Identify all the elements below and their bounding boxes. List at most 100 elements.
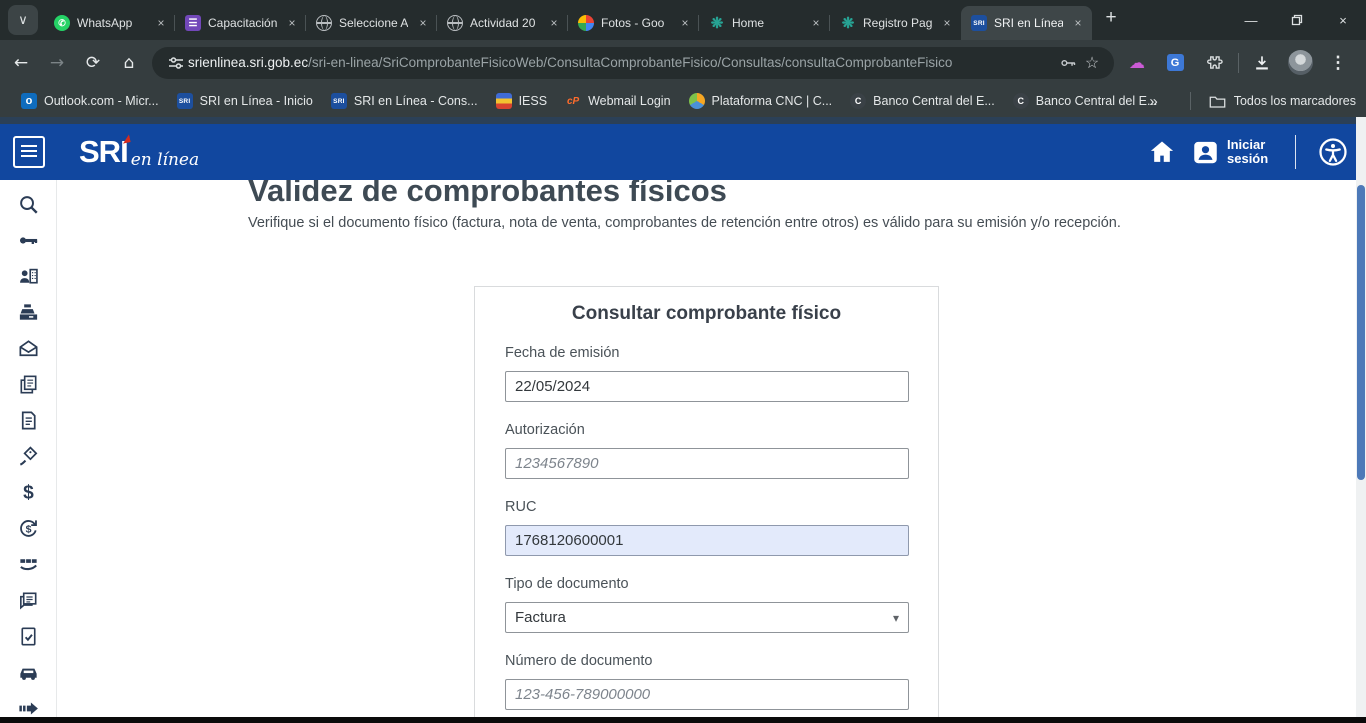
back-icon[interactable]: ← (6, 48, 36, 78)
mail-icon[interactable] (16, 336, 40, 360)
tune-icon[interactable] (164, 51, 188, 75)
main-content: Validez de comprobantes físicos Verifiqu… (57, 180, 1356, 717)
tab-title: Home (732, 16, 801, 30)
sri-logo[interactable]: SRI en línea (79, 134, 199, 170)
close-icon[interactable]: × (284, 15, 300, 31)
ruc-input[interactable] (505, 525, 909, 556)
hamburger-menu-icon[interactable] (13, 136, 45, 168)
new-tab-button[interactable] (1098, 5, 1124, 31)
tab-sri-en-linea-active[interactable]: SRI en Línea × (961, 6, 1092, 40)
address-bar[interactable]: srienlinea.sri.gob.ec /sri-en-linea/SriC… (152, 47, 1114, 79)
dark-globe-icon (850, 93, 866, 109)
profile-avatar[interactable] (1285, 48, 1315, 78)
close-icon[interactable]: × (808, 15, 824, 31)
close-icon[interactable]: × (546, 15, 562, 31)
bookmark-label: SRI en Línea - Cons... (354, 94, 478, 108)
tab-title: Registro Pag (863, 16, 932, 30)
home-icon[interactable]: ⌂ (114, 48, 144, 78)
header-divider (1295, 135, 1296, 169)
url-path: /sri-en-linea/SriComprobanteFisicoWeb/Co… (308, 55, 1056, 70)
selected-option: Factura (515, 609, 566, 626)
header-right-group: Iniciar sesión (1148, 124, 1348, 180)
close-icon[interactable]: × (677, 15, 693, 31)
svg-text:$: $ (25, 523, 31, 535)
bookmark-cnc[interactable]: Plataforma CNC | C... (680, 89, 842, 113)
bookmark-label: Outlook.com - Micr... (44, 94, 159, 108)
reload-icon[interactable]: ⟳ (78, 48, 108, 78)
bookmark-sri-inicio[interactable]: SRI en Línea - Inicio (168, 89, 322, 113)
tab-registro[interactable]: Registro Pag × (830, 6, 961, 40)
browser-menu-icon[interactable] (1323, 48, 1353, 78)
ruc-label: RUC (505, 499, 908, 515)
teal-gear-icon (709, 15, 725, 31)
close-icon[interactable]: × (1070, 15, 1086, 31)
tab-title: WhatsApp (77, 16, 146, 30)
google-photos-icon (578, 15, 594, 31)
bookmark-banco-central-1[interactable]: Banco Central del E... (841, 89, 1004, 113)
accessibility-icon[interactable] (1318, 137, 1348, 167)
login-person-icon (1192, 139, 1219, 166)
tab-home[interactable]: Home × (699, 6, 830, 40)
taxpayer-registry-icon[interactable] (16, 264, 40, 288)
restore-button[interactable] (1274, 0, 1320, 40)
dark-globe-icon (1013, 93, 1029, 109)
close-window-button[interactable]: × (1320, 0, 1366, 40)
tab-whatsapp[interactable]: WhatsApp × (44, 6, 175, 40)
iess-icon (496, 93, 512, 109)
page-scrollbar-thumb[interactable] (1357, 185, 1365, 480)
fecha-emision-input[interactable] (505, 371, 909, 402)
avatar (1288, 50, 1313, 75)
numero-documento-input[interactable] (505, 679, 909, 710)
tab-title: SRI en Línea (994, 16, 1063, 30)
bookmark-webmail[interactable]: Webmail Login (556, 89, 679, 113)
documents-copy-icon[interactable] (16, 372, 40, 396)
bookmark-label: Plataforma CNC | C... (712, 94, 833, 108)
cloud-extension-icon[interactable] (1122, 48, 1152, 78)
bookmarks-overflow-chevrons[interactable]: » (1149, 93, 1157, 110)
vehicles-car-icon[interactable] (16, 660, 40, 684)
payments-dollar-icon[interactable]: $ (16, 480, 40, 504)
cash-register-icon[interactable] (16, 300, 40, 324)
tab-search-button[interactable]: ∨ (8, 5, 38, 35)
extensions-puzzle-icon[interactable] (1198, 48, 1228, 78)
declaration-document-icon[interactable] (16, 408, 40, 432)
exit-arrow-icon[interactable] (16, 696, 40, 717)
chevron-down-icon: ∨ (18, 12, 28, 28)
tab-actividad[interactable]: Actividad 20 × (437, 6, 568, 40)
login-button[interactable]: Iniciar sesión (1192, 138, 1273, 166)
all-bookmarks-label[interactable]: Todos los marcadores (1234, 94, 1356, 108)
close-icon[interactable]: × (415, 15, 431, 31)
tag-icon[interactable] (16, 444, 40, 468)
search-icon[interactable] (16, 192, 40, 216)
tab-title: Fotos - Goo (601, 16, 670, 30)
autorizacion-input[interactable] (505, 448, 909, 479)
page-title: Validez de comprobantes físicos (248, 180, 1356, 209)
refund-dollar-icon[interactable]: $ (16, 516, 40, 540)
bookmark-label: IESS (519, 94, 548, 108)
translate-icon[interactable] (1160, 48, 1190, 78)
tab-fotos[interactable]: Fotos - Goo × (568, 6, 699, 40)
bookmark-outlook[interactable]: Outlook.com - Micr... (12, 89, 168, 113)
tab-capacitacion[interactable]: Capacitación × (175, 6, 306, 40)
tipo-documento-select[interactable]: Factura (505, 602, 909, 633)
bookmark-label: Banco Central del E... (1036, 94, 1158, 108)
close-icon[interactable]: × (939, 15, 955, 31)
page-top-strip (0, 117, 1356, 124)
page-subtitle: Verifique si el documento físico (factur… (248, 215, 1356, 231)
certificate-check-icon[interactable] (16, 624, 40, 648)
forward-icon[interactable]: → (42, 48, 72, 78)
minimize-button[interactable]: — (1228, 0, 1274, 40)
toolbar-divider (1238, 53, 1239, 73)
close-icon[interactable]: × (153, 15, 169, 31)
payment-cards-icon[interactable] (16, 552, 40, 576)
bookmark-star-icon[interactable] (1080, 51, 1104, 75)
downloads-icon[interactable] (1247, 48, 1277, 78)
password-key-icon[interactable] (1056, 51, 1080, 75)
complaints-chat-icon[interactable] (16, 588, 40, 612)
bookmark-banco-central-2[interactable]: Banco Central del E... (1004, 89, 1167, 113)
tab-seleccione[interactable]: Seleccione A × (306, 6, 437, 40)
bookmark-iess[interactable]: IESS (487, 89, 557, 113)
bookmark-sri-consultas[interactable]: SRI en Línea - Cons... (322, 89, 487, 113)
home-white-icon[interactable] (1148, 139, 1176, 165)
key-icon[interactable] (16, 228, 40, 252)
